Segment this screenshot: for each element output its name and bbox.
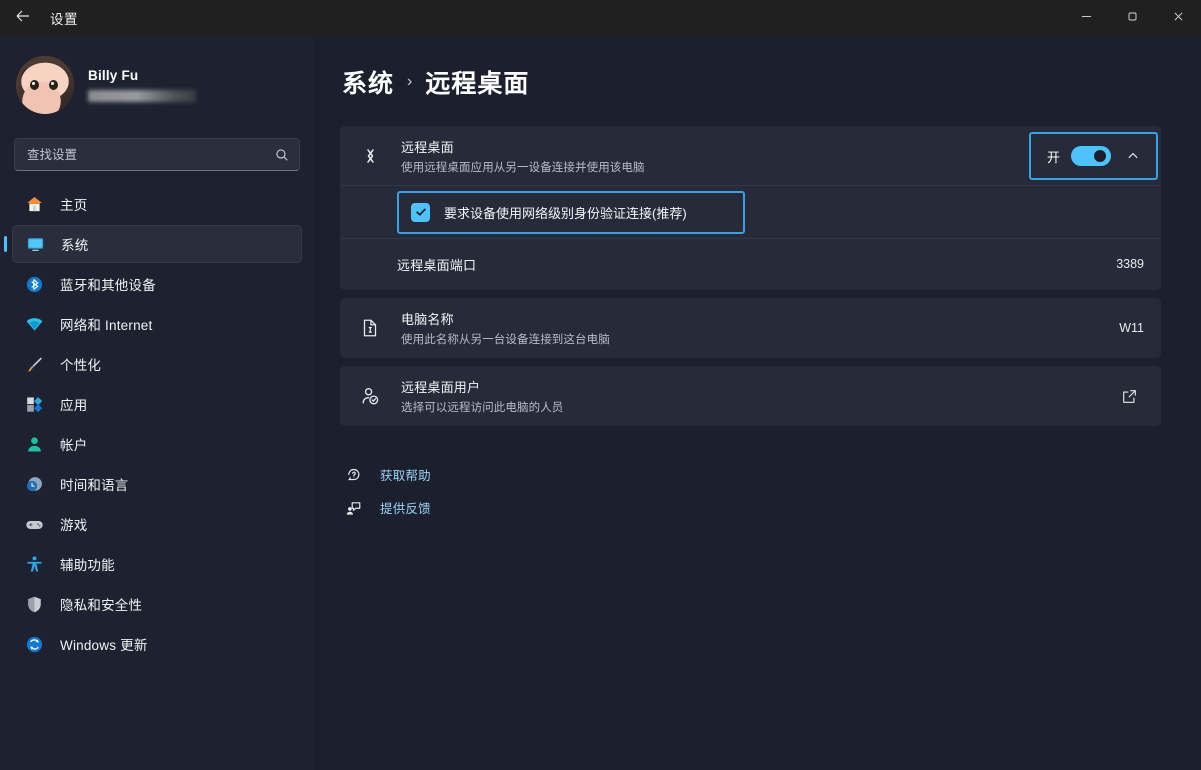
- remote-desktop-toggle[interactable]: [1071, 146, 1111, 166]
- sidebar-item-label: 主页: [60, 198, 88, 213]
- sidebar-item-label: 时间和语言: [60, 478, 129, 493]
- sidebar-item-label: 帐户: [60, 438, 88, 453]
- sidebar-item-system[interactable]: 系统: [12, 225, 302, 263]
- update-refresh-icon: [24, 634, 44, 654]
- remote-desktop-icon: [355, 141, 385, 171]
- remote-desktop-subtitle: 使用远程桌面应用从另一设备连接并使用该电脑: [401, 162, 645, 174]
- page-title: 远程桌面: [425, 70, 530, 98]
- sidebar-item-gaming[interactable]: 游戏: [12, 505, 302, 543]
- sidebar-item-accessibility[interactable]: 辅助功能: [12, 545, 302, 583]
- gamepad-icon: [24, 514, 44, 534]
- sidebar-item-bluetooth[interactable]: 蓝牙和其他设备: [12, 265, 302, 303]
- sidebar-item-home[interactable]: 主页: [12, 185, 302, 223]
- sidebar-item-network[interactable]: 网络和 Internet: [12, 305, 302, 343]
- sidebar-item-label: 游戏: [60, 518, 88, 533]
- sidebar: Billy Fu 主页: [0, 36, 314, 770]
- computer-name-row[interactable]: 电脑名称 使用此名称从另一台设备连接到这台电脑 W11: [341, 299, 1160, 357]
- clock-globe-icon: [24, 474, 44, 494]
- paintbrush-icon: [24, 354, 44, 374]
- app-shell: Billy Fu 主页: [0, 36, 1201, 770]
- sidebar-nav: 主页 系统 蓝牙和其他设备 网络和 Internet 个性化 应用 帐户 时间和…: [10, 185, 304, 663]
- main-content: 系统 › 远程桌面 远程桌面 使用远程桌面应用从另一设备连接并使用该电脑 开 要…: [314, 36, 1201, 770]
- home-icon: [24, 194, 44, 214]
- computer-name-title: 电脑名称: [401, 312, 454, 327]
- sidebar-item-privacy-security[interactable]: 隐私和安全性: [12, 585, 302, 623]
- window-title: 设置: [50, 12, 78, 27]
- back-button[interactable]: [0, 0, 46, 36]
- computer-name-subtitle: 使用此名称从另一台设备连接到这台电脑: [401, 334, 610, 346]
- user-check-icon: [355, 381, 385, 411]
- sidebar-item-accounts[interactable]: 帐户: [12, 425, 302, 463]
- computer-name-value: W11: [1119, 321, 1144, 335]
- give-feedback-link[interactable]: 提供反馈: [344, 491, 1161, 524]
- give-feedback-label: 提供反馈: [380, 502, 431, 516]
- window-titlebar: 设置: [0, 0, 1201, 36]
- avatar: [16, 56, 74, 114]
- chevron-up-icon[interactable]: [1122, 145, 1144, 167]
- nla-checkbox[interactable]: [411, 202, 430, 222]
- remote-desktop-toggle-group: 开: [1028, 132, 1158, 180]
- remote-desktop-port-row: 远程桌面端口 3389: [341, 239, 1160, 289]
- remote-users-row[interactable]: 远程桌面用户 选择可以远程访问此电脑的人员: [341, 367, 1160, 425]
- bluetooth-icon: [24, 274, 44, 294]
- help-icon: [344, 465, 364, 485]
- sidebar-item-label: 个性化: [60, 358, 102, 373]
- feedback-icon: [344, 498, 364, 518]
- remote-desktop-title: 远程桌面: [401, 140, 454, 155]
- sidebar-item-label: 蓝牙和其他设备: [60, 278, 156, 293]
- search-input[interactable]: [27, 147, 265, 162]
- search-box[interactable]: [14, 138, 300, 171]
- maximize-button[interactable]: [1109, 0, 1155, 36]
- nla-highlight-box: 要求设备使用网络级别身份验证连接(推荐): [397, 190, 745, 234]
- breadcrumb: 系统 › 远程桌面: [340, 64, 1161, 100]
- wifi-icon: [24, 314, 44, 334]
- sidebar-item-time-language[interactable]: 时间和语言: [12, 465, 302, 503]
- profile-section[interactable]: Billy Fu: [10, 36, 304, 132]
- port-value: 3389: [1116, 257, 1144, 271]
- accessibility-icon: [24, 554, 44, 574]
- system-monitor-icon: [25, 234, 45, 254]
- close-icon: [1173, 9, 1184, 27]
- profile-email-redacted: [88, 90, 196, 102]
- apps-icon: [24, 394, 44, 414]
- sidebar-item-apps[interactable]: 应用: [12, 385, 302, 423]
- profile-name: Billy Fu: [88, 68, 139, 83]
- remote-users-card[interactable]: 远程桌面用户 选择可以远程访问此电脑的人员: [340, 366, 1161, 426]
- get-help-link[interactable]: 获取帮助: [344, 458, 1161, 491]
- account-person-icon: [24, 434, 44, 454]
- toggle-state-label: 开: [1046, 149, 1060, 165]
- sidebar-item-windows-update[interactable]: Windows 更新: [12, 625, 302, 663]
- breadcrumb-parent[interactable]: 系统: [342, 64, 394, 100]
- window-controls: [1063, 0, 1201, 36]
- shield-icon: [24, 594, 44, 614]
- minimize-icon: [1081, 9, 1092, 27]
- remote-desktop-row[interactable]: 远程桌面 使用远程桌面应用从另一设备连接并使用该电脑 开: [341, 127, 1160, 185]
- sidebar-item-label: 系统: [61, 238, 89, 253]
- external-link-icon[interactable]: [1114, 381, 1144, 411]
- computer-name-card[interactable]: 电脑名称 使用此名称从另一台设备连接到这台电脑 W11: [340, 298, 1161, 358]
- get-help-label: 获取帮助: [380, 469, 431, 483]
- minimize-button[interactable]: [1063, 0, 1109, 36]
- remote-desktop-card: 远程桌面 使用远程桌面应用从另一设备连接并使用该电脑 开 要求设备使用网络级别身…: [340, 126, 1161, 290]
- sidebar-item-label: 网络和 Internet: [60, 318, 153, 333]
- sidebar-item-label: 应用: [60, 398, 88, 413]
- sidebar-item-personalization[interactable]: 个性化: [12, 345, 302, 383]
- back-arrow-icon: [15, 8, 31, 29]
- nla-checkbox-row[interactable]: 要求设备使用网络级别身份验证连接(推荐): [341, 186, 1160, 238]
- sidebar-item-label: Windows 更新: [60, 638, 148, 653]
- search-container: [14, 138, 300, 171]
- search-icon[interactable]: [275, 148, 289, 162]
- sidebar-item-label: 隐私和安全性: [60, 598, 143, 613]
- sidebar-item-label: 辅助功能: [60, 558, 115, 573]
- footer-links: 获取帮助 提供反馈: [340, 458, 1161, 524]
- remote-users-subtitle: 选择可以远程访问此电脑的人员: [401, 402, 564, 414]
- chevron-right-icon: ›: [407, 73, 413, 90]
- close-button[interactable]: [1155, 0, 1201, 36]
- port-label: 远程桌面端口: [397, 257, 477, 273]
- nla-checkbox-label: 要求设备使用网络级别身份验证连接(推荐): [444, 205, 687, 221]
- maximize-icon: [1127, 9, 1138, 27]
- remote-users-title: 远程桌面用户: [401, 380, 481, 395]
- rename-document-icon: [355, 313, 385, 343]
